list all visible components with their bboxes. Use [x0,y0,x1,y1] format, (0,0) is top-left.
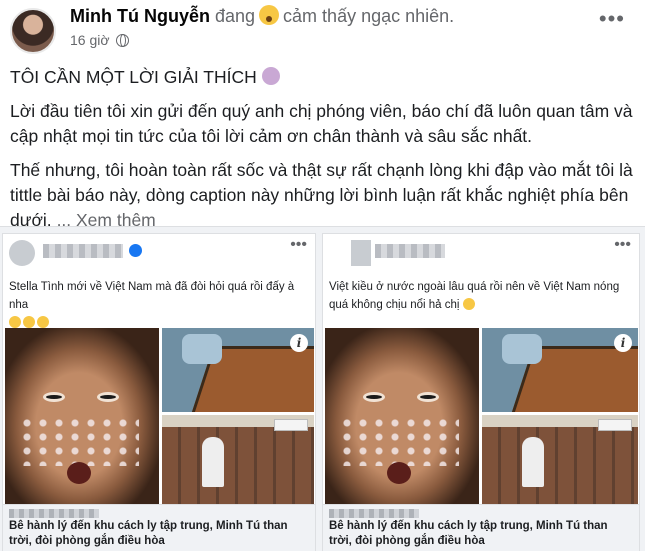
card-caption: Stella Tình mới về Việt Nam mà đã đòi hỏ… [9,278,309,332]
post-time[interactable]: 16 giờ [70,32,110,48]
surprised-emoji-icon [259,5,280,25]
shared-post-card: ••• Stella Tình mới về Việt Nam mà đã đò… [2,233,316,551]
link-preview: Bê hành lý đến khu cách ly tập trung, Mi… [323,504,639,551]
author-name[interactable]: Minh Tú Nguyễn [70,6,210,26]
corridor-photo [162,415,314,504]
link-preview: Bê hành lý đến khu cách ly tập trung, Mi… [3,504,315,551]
laughing-emoji-icon [9,316,21,328]
room-photo: i [162,328,314,412]
link-title: Bê hành lý đến khu cách ly tập trung, Mi… [329,520,608,547]
face-photo [5,328,159,504]
corridor-photo [482,415,638,504]
feeling-prefix: đang [215,6,256,26]
laughing-emoji-icon [37,316,49,328]
blurred-page-name [43,244,123,258]
card-caption: Việt kiều ở nước ngoài lâu quá rồi nên v… [329,281,620,311]
blurred-avatar [351,240,371,266]
post-body: TÔI CẦN MỘT LỜI GIẢI THÍCH Lời đầu tiên … [10,58,635,242]
person-raising-hand-icon [261,67,280,85]
room-photo: i [482,328,638,412]
info-icon: i [614,334,632,352]
more-options-icon[interactable]: ••• [599,6,625,32]
more-options-icon: ••• [614,236,631,253]
info-icon: i [290,334,308,352]
globe-icon[interactable] [115,34,129,47]
blurred-link-domain [329,509,419,518]
post-title: TÔI CẦN MỘT LỜI GIẢI THÍCH [10,65,635,90]
author-avatar[interactable] [10,8,56,54]
card-header: ••• [3,234,315,266]
blurred-avatar [9,240,35,266]
blurred-page-name [375,244,445,258]
link-title: Bê hành lý đến khu cách ly tập trung, Mi… [9,520,288,547]
post-header: Minh Tú Nguyễn đang cảm thấy ngạc nhiên. … [0,0,645,58]
embedded-screenshots: ••• Stella Tình mới về Việt Nam mà đã đò… [0,226,645,551]
face-photo [325,328,479,504]
post-paragraph-1: Lời đầu tiên tôi xin gửi đến quý anh chị… [10,101,633,146]
laughing-emoji-icon [23,316,35,328]
post-meta: 16 giờ [70,32,129,48]
verified-badge-icon [129,244,142,257]
feeling-text: cảm thấy ngạc nhiên. [283,6,455,26]
laughing-emoji-icon [462,298,475,310]
card-header: ••• [323,234,639,266]
author-line: Minh Tú Nguyễn đang cảm thấy ngạc nhiên. [70,5,454,27]
blurred-link-domain [9,509,99,518]
more-options-icon: ••• [290,236,307,253]
shared-post-card: ••• Việt kiều ở nước ngoài lâu quá rồi n… [322,233,640,551]
post-paragraph-2: Thế nhưng, tôi hoàn toàn rất sốc và thật… [10,160,633,230]
